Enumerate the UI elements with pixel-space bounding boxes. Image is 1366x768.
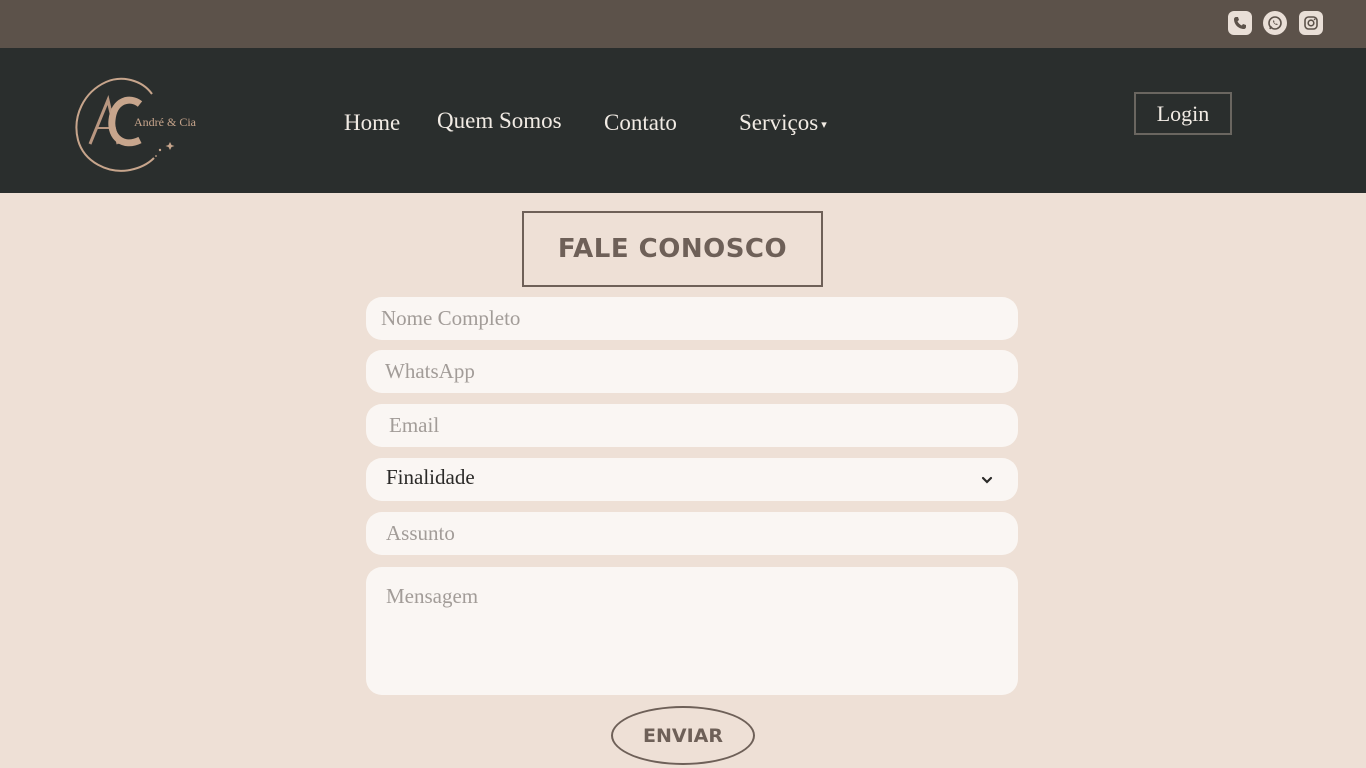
- form-title: FALE CONOSCO: [557, 234, 788, 264]
- nav-home[interactable]: Home: [344, 109, 400, 137]
- form-title-box: FALE CONOSCO: [522, 211, 823, 287]
- nav-quem-somos[interactable]: Quem Somos: [437, 107, 562, 135]
- phone-icon[interactable]: [1228, 11, 1252, 35]
- nav-contato[interactable]: Contato: [604, 109, 677, 137]
- whatsapp-icon[interactable]: [1263, 11, 1287, 35]
- login-button[interactable]: Login: [1134, 92, 1232, 135]
- nome-completo-input[interactable]: [366, 297, 1018, 340]
- company-logo[interactable]: André & Cia: [70, 74, 200, 176]
- mensagem-textarea[interactable]: [366, 567, 1018, 695]
- enviar-button[interactable]: ENVIAR: [611, 706, 755, 765]
- svg-text:André & Cia: André & Cia: [134, 115, 197, 129]
- finalidade-value: Finalidade: [386, 465, 475, 489]
- finalidade-select[interactable]: Finalidade: [366, 458, 1018, 501]
- instagram-icon[interactable]: [1299, 11, 1323, 35]
- nav-servicos-label: Serviços: [739, 110, 819, 135]
- main-navbar: André & Cia Home Quem Somos Contato Serv…: [0, 48, 1366, 193]
- top-social-bar: [0, 0, 1366, 48]
- chevron-down-icon: [981, 476, 993, 484]
- chevron-down-icon: ▾: [821, 119, 827, 131]
- enviar-label: ENVIAR: [643, 724, 723, 747]
- whatsapp-input[interactable]: [366, 350, 1018, 393]
- assunto-input[interactable]: [366, 512, 1018, 555]
- email-input[interactable]: [366, 404, 1018, 447]
- nav-servicos[interactable]: Serviços ▾: [739, 109, 827, 137]
